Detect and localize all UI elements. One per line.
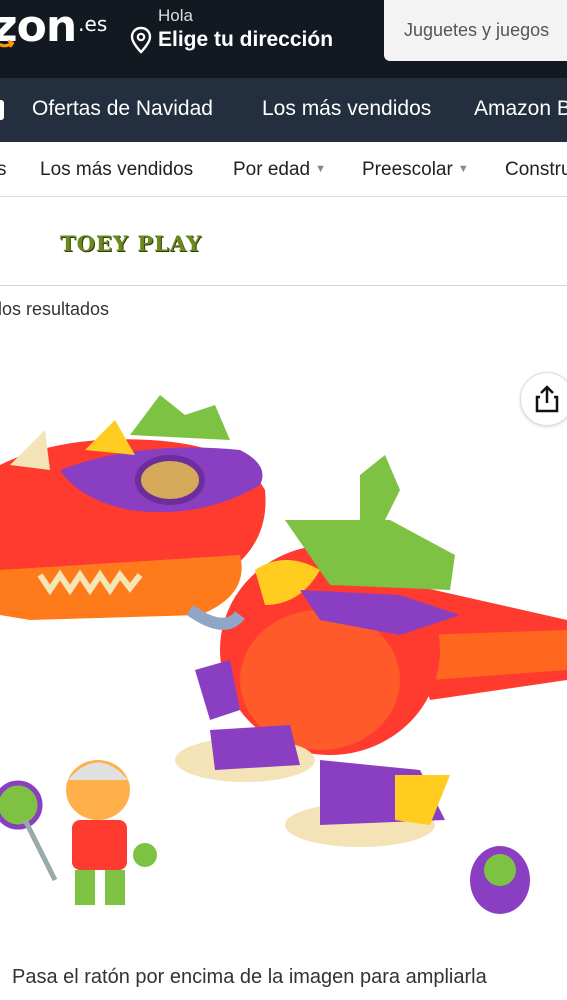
smile-arrow-icon [0,40,14,48]
subnav-item-construccion[interactable]: Constru [505,159,567,181]
search-bar[interactable]: Juguetes y juegos [384,0,567,61]
brand-logo[interactable]: TOEY PLAY [60,231,202,256]
nav-item-ofertas-navidad[interactable]: Ofertas de Navidad [32,97,213,121]
subnav-label: Los más vendidos [40,159,194,180]
subnav-item-mas-vendidos[interactable]: Los más vendidos [40,159,193,181]
share-button[interactable] [520,372,567,426]
subnav-label: Por edad [233,159,311,180]
back-to-results-link[interactable]: los resultados [0,299,109,320]
nav-item-mas-vendidos[interactable]: Los más vendidos [262,97,431,121]
subnav-item-por-edad[interactable]: Por edad ▼ [233,159,326,181]
store-banner: TOEY PLAY [0,197,567,286]
location-action: Elige tu dirección [158,28,334,51]
subnav-label: Preescolar [362,159,453,180]
amazon-logo[interactable]: zon .es [0,0,107,51]
nav-item-amazon[interactable]: Amazon B [474,97,567,121]
location-pin-icon [130,26,152,54]
top-header: zon .es Hola Elige tu dirección Juguetes … [0,0,567,78]
subnav-item-cut[interactable]: s [0,159,7,181]
logo-tld: .es [78,12,108,36]
share-icon [535,385,559,413]
chevron-down-icon: ▼ [457,163,469,175]
zoom-hint: Pasa el ratón por encima de la imagen pa… [12,966,487,988]
location-greeting: Hola [158,6,193,25]
chevron-down-icon: ▼ [315,163,327,175]
nav-menu-edge[interactable] [0,100,4,120]
category-subnav: s Los más vendidos Por edad ▼ Preescolar ▼… [0,142,567,197]
subnav-item-preescolar[interactable]: Preescolar ▼ [362,159,469,181]
main-nav: Ofertas de Navidad Los más vendidos Amaz… [0,78,567,142]
subnav-label: Constru [505,159,567,180]
search-category-select[interactable]: Juguetes y juegos [404,20,549,41]
product-image[interactable] [0,380,567,940]
